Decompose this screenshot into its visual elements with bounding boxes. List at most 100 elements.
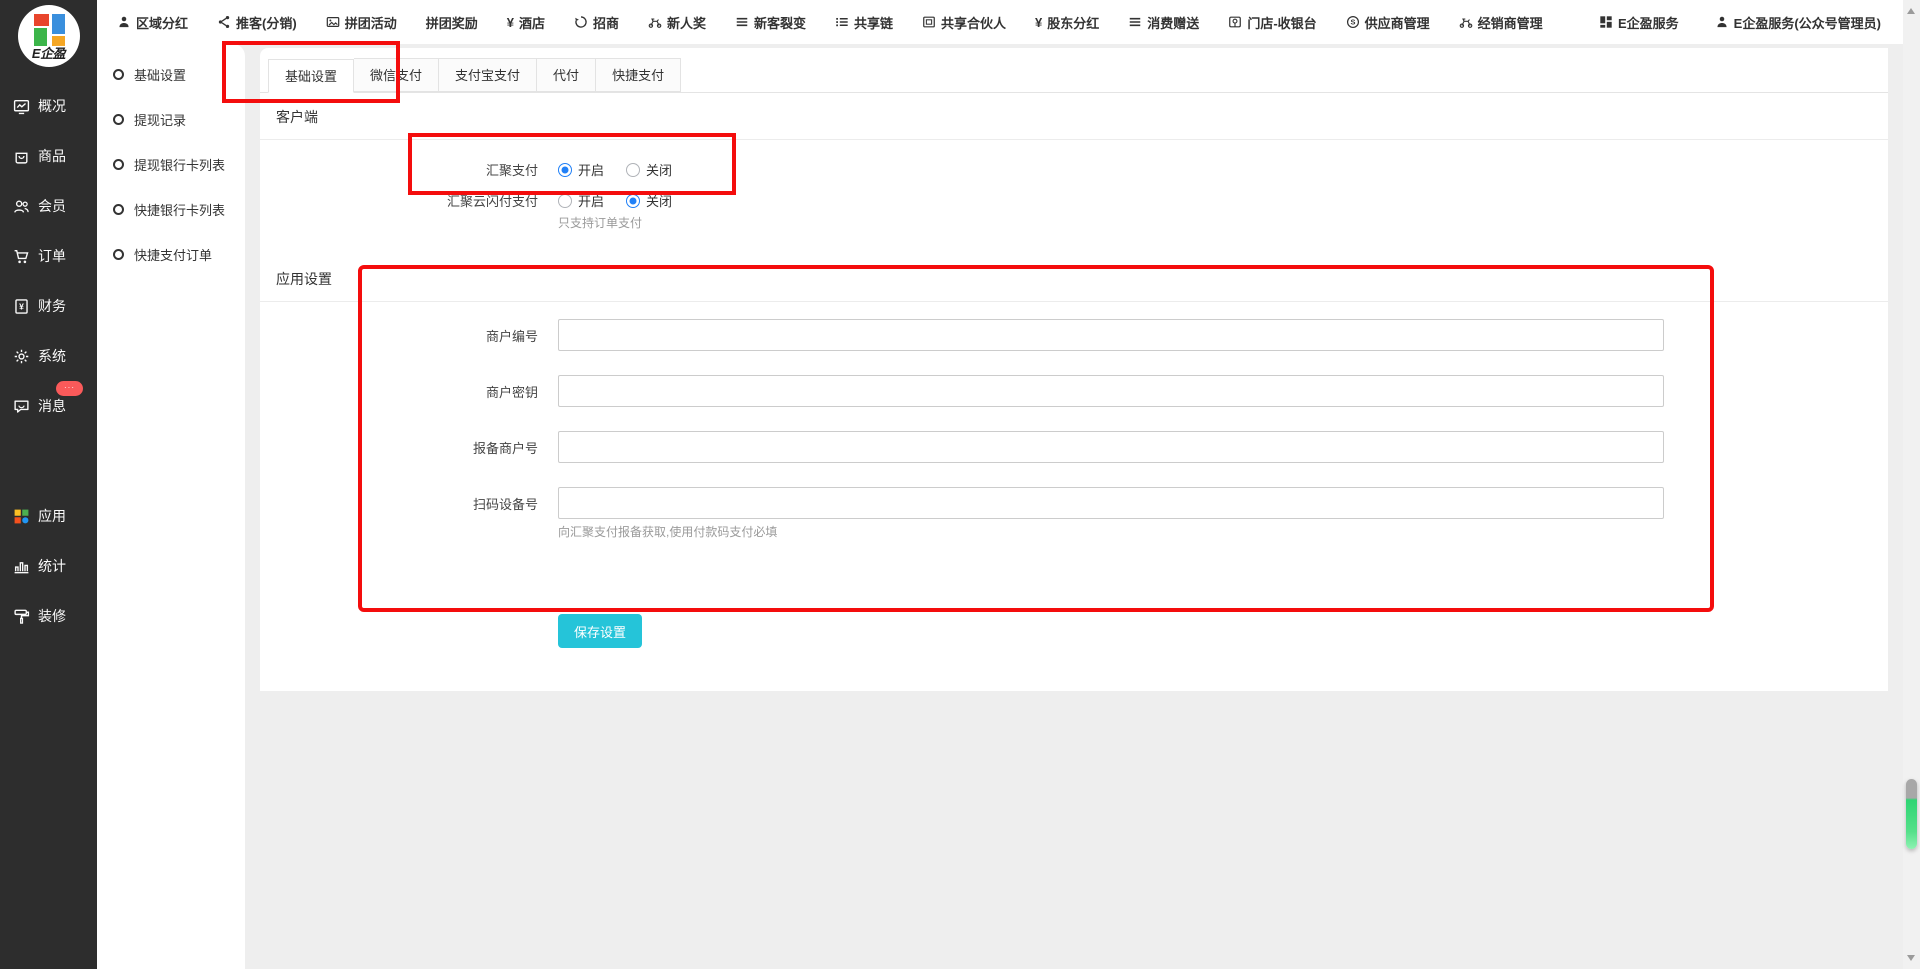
menu-icon [1128,15,1142,29]
radio-unchecked-icon [558,194,572,208]
huiju-pay-row: 汇聚支付 开启 关闭 [260,160,1888,179]
topnav-label: 区域分红 [136,13,188,32]
sidebar-item-overview[interactable]: 概况 [0,81,97,131]
sidebar-item-stats[interactable]: 统计 [0,541,97,591]
sidebar-item-decorate[interactable]: 装修 [0,591,97,641]
radio-option-disable[interactable]: 关闭 [626,160,672,179]
topnav-label: 股东分红 [1047,13,1099,32]
vertical-scrollbar[interactable] [1903,0,1920,969]
sidebar-item-members[interactable]: 会员 [0,181,97,231]
goods-icon [13,148,30,165]
topnav-label: 新客裂变 [754,13,806,32]
radio-unchecked-icon [626,163,640,177]
topnav-item-newcomer-award[interactable]: 新人奖 [648,13,706,32]
yen-icon: ¥ [507,15,514,30]
decorate-icon [13,608,30,625]
overview-icon [13,98,30,115]
tab-alipay[interactable]: 支付宝支付 [439,58,537,92]
field-label: 报备商户号 [260,438,538,457]
merchant-key-input[interactable] [558,375,1664,407]
report-merchant-input[interactable] [558,431,1664,463]
save-settings-button[interactable]: 保存设置 [558,614,642,648]
share-icon [217,15,231,29]
sidebar-item-label: 商品 [38,146,66,166]
radio-option-enable[interactable]: 开启 [558,191,604,210]
topnav-label: 经销商管理 [1478,13,1543,32]
merchant-id-input[interactable] [558,319,1664,351]
image-icon [326,15,340,29]
submenu-label: 提现记录 [134,110,186,129]
scan-device-input[interactable] [558,487,1664,519]
circle-icon [113,249,124,260]
tab-basic-settings[interactable]: 基础设置 [268,59,354,93]
app-logo[interactable]: E企盈 [18,5,80,67]
message-badge: ··· [56,381,83,396]
tab-quick-pay[interactable]: 快捷支付 [596,58,681,92]
scroll-up-arrow[interactable] [1907,8,1915,14]
merchant-id-row: 商户编号 [260,319,1888,351]
topnav-label: E企盈服务 [1618,13,1679,32]
submenu-label: 提现银行卡列表 [134,155,225,174]
sidebar-item-goods[interactable]: 商品 [0,131,97,181]
topnav-item-consumption-gift[interactable]: 消费赠送 [1128,13,1199,32]
radio-option-disable[interactable]: 关闭 [626,191,672,210]
sidebar-item-system[interactable]: 系统 [0,331,97,381]
merchant-key-row: 商户密钥 [260,375,1888,407]
submenu-item-basic-settings[interactable]: 基础设置 [97,52,245,97]
field-label: 扫码设备号 [260,494,538,513]
orders-icon [13,248,30,265]
sidebar-item-finance[interactable]: 财务 [0,281,97,331]
menu-icon [735,15,749,29]
topnav-item-dealer-management[interactable]: 经销商管理 [1459,13,1543,32]
topnav-label: 酒店 [519,13,545,32]
topnav-item-investment[interactable]: 招商 [574,13,619,32]
topnav-item-distribution[interactable]: 推客(分销) [217,13,297,32]
field-hint: 向汇聚支付报备获取,使用付款码支付必填 [558,523,1888,540]
topnav-item-group-activity[interactable]: 拼团活动 [326,13,397,32]
radio-option-label: 关闭 [646,160,672,179]
primary-sidebar: E企盈 概况 商品 会员 订单 财务 系统 消息 ··· 应用 统计 装修 [0,0,97,969]
topnav-service-entry[interactable]: E企盈服务 [1599,13,1679,32]
topnav-label: 共享链 [854,13,893,32]
stats-icon [13,558,30,575]
topnav-item-supplier-management[interactable]: 供应商管理 [1346,13,1430,32]
topnav-item-new-customer-fission[interactable]: 新客裂变 [735,13,806,32]
submenu-item-quickpay-orders[interactable]: 快捷支付订单 [97,232,245,277]
yen-icon: ¥ [1035,15,1042,30]
sidebar-item-label: 财务 [38,296,66,316]
sidebar-item-label: 应用 [38,506,66,526]
topnav-item-hotel[interactable]: ¥ 酒店 [507,13,545,32]
sidebar-item-orders[interactable]: 订单 [0,231,97,281]
radio-option-enable[interactable]: 开启 [558,160,604,179]
moto-icon [1459,15,1473,29]
topnav-label: 消费赠送 [1147,13,1199,32]
report-merchant-row: 报备商户号 [260,431,1888,463]
submenu-item-quickpay-bankcards[interactable]: 快捷银行卡列表 [97,187,245,232]
sidebar-item-apps[interactable]: 应用 [0,491,97,541]
topnav-item-shareholder-dividend[interactable]: ¥ 股东分红 [1035,13,1099,32]
scroll-down-arrow[interactable] [1907,955,1915,961]
submenu-item-withdraw-records[interactable]: 提现记录 [97,97,245,142]
radio-option-label: 开启 [578,191,604,210]
tab-proxy-pay[interactable]: 代付 [537,58,596,92]
topnav-label: 拼团活动 [345,13,397,32]
topnav-item-region-dividend[interactable]: 区域分红 [117,13,188,32]
settings-submenu: 基础设置 提现记录 提现银行卡列表 快捷银行卡列表 快捷支付订单 [97,44,245,969]
topnav-label: 新人奖 [667,13,706,32]
topnav-item-group-reward[interactable]: 拼团奖励 [426,13,478,32]
top-nav-items: 区域分红 推客(分销) 拼团活动 拼团奖励 ¥ 酒店 招商 新人奖 新客裂变 [97,13,1543,32]
scrollbar-thumb[interactable] [1906,779,1917,849]
tab-wechat-pay[interactable]: 微信支付 [354,58,439,92]
sidebar-item-messages[interactable]: 消息 ··· [0,381,97,431]
radio-option-label: 关闭 [646,191,672,210]
list-icon [835,15,849,29]
moto-icon [648,15,662,29]
submenu-item-withdraw-bankcards[interactable]: 提现银行卡列表 [97,142,245,187]
main-content-panel: 基础设置 微信支付 支付宝支付 代付 快捷支付 客户端 汇聚支付 开启 关闭 汇… [260,48,1888,691]
topnav-item-store-cashier[interactable]: 门店-收银台 [1228,13,1316,32]
topnav-item-share-chain[interactable]: 共享链 [835,13,893,32]
person-icon [117,15,131,29]
topnav-label: 供应商管理 [1365,13,1430,32]
topnav-item-share-partner[interactable]: 共享合伙人 [922,13,1006,32]
topnav-account-menu[interactable]: E企盈服务(公众号管理员) [1715,13,1881,32]
